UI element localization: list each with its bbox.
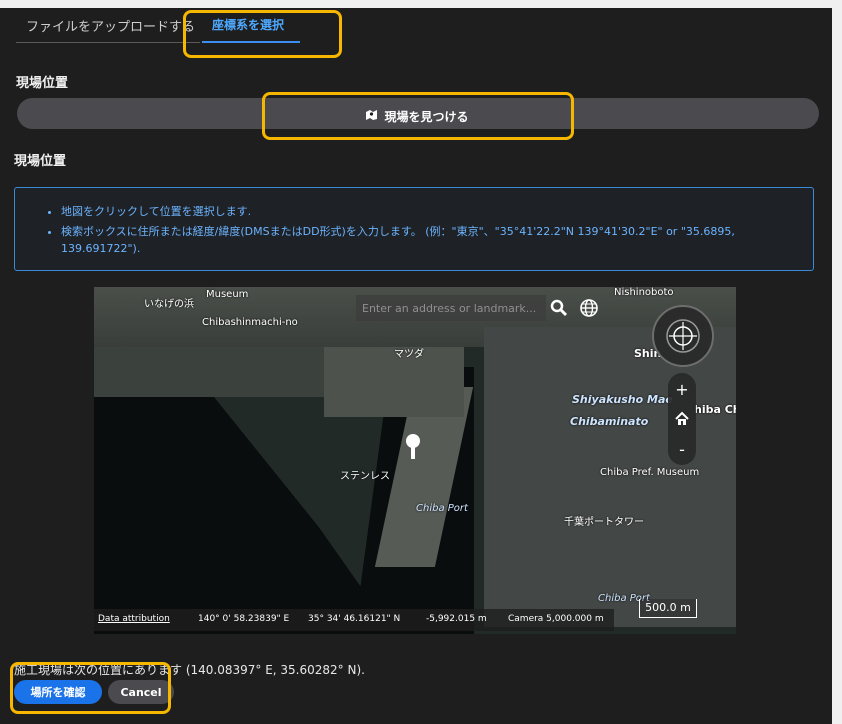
map-label: 千葉ポートタワー <box>564 517 644 528</box>
map-label: いなげの浜 <box>144 299 194 310</box>
zoom-out-button[interactable]: - <box>668 435 696 463</box>
search-icon[interactable] <box>546 295 572 321</box>
map-label: hiba Ch <box>694 403 736 416</box>
map-water <box>94 397 394 634</box>
instructions-box: 地図をクリックして位置を選択します. 検索ボックスに住所または経度/緯度(DMS… <box>14 187 814 271</box>
globe-icon[interactable] <box>576 295 602 321</box>
selected-location-text: 施工現場は次の位置にあります (140.08397° E, 35.60282° … <box>14 663 365 677</box>
map-label: マツダ <box>394 349 424 360</box>
home-icon[interactable] <box>668 405 696 433</box>
map-search-input[interactable]: Enter an address or landmark... <box>356 295 546 321</box>
instruction-item: 地図をクリックして位置を選択します. <box>61 203 813 220</box>
tab-active-indicator <box>202 41 300 43</box>
tab-bar: ファイルをアップロードする 座標系を選択 <box>16 8 346 50</box>
map-label: Chiba Port <box>416 503 468 514</box>
zoom-in-button[interactable]: + <box>668 375 696 403</box>
location-marker-icon[interactable] <box>406 434 420 459</box>
map-label: Museum <box>206 289 249 300</box>
longitude-readout: 140° 0' 58.23839" E <box>198 614 290 624</box>
compass-icon[interactable] <box>652 305 714 367</box>
map-label: Chibashinmachi-no <box>202 317 298 328</box>
map-label: Chiba Pref. Museum <box>600 467 700 478</box>
latitude-readout: 35° 34' 46.16121" N <box>308 614 401 624</box>
map-label: ステンレス <box>340 471 390 482</box>
map-pin-icon <box>365 109 378 124</box>
tab-select-coordinate-system[interactable]: 座標系を選択 <box>212 16 284 33</box>
map-label: Chibaminato <box>570 415 649 428</box>
map-status-bar: Data attribution 140° 0' 58.23839" E 35°… <box>94 609 614 631</box>
camera-readout: Camera 5,000.000 m <box>508 614 604 624</box>
satellite-map[interactable]: いなげの浜 Museum Chibashinmachi-no マツダ Nishi… <box>94 287 736 634</box>
site-location-heading: 現場位置 <box>16 76 69 91</box>
scale-bar: 500.0 m <box>639 599 697 618</box>
zoom-controls: + - <box>668 373 696 465</box>
cancel-button[interactable]: Cancel <box>108 680 174 704</box>
find-site-label: 現場を見つける <box>384 109 469 124</box>
confirm-location-button[interactable]: 場所を確認 <box>14 680 102 704</box>
tab-divider <box>16 42 200 43</box>
map-label: Nishinoboto <box>614 287 674 298</box>
map-label: Shiyakusho Mae <box>572 393 673 406</box>
find-site-button[interactable]: 現場を見つける <box>264 94 570 138</box>
site-location-heading-2: 現場位置 <box>14 154 67 169</box>
data-attribution-link[interactable]: Data attribution <box>98 614 170 624</box>
coordinate-panel: ファイルをアップロードする 座標系を選択 現場位置 現場を見つける 現場位置 地… <box>0 8 832 724</box>
tab-upload-file[interactable]: ファイルをアップロードする <box>26 16 195 35</box>
instruction-item: 検索ボックスに住所または経度/緯度(DMSまたはDD形式)を入力します。 (例：… <box>61 223 813 257</box>
elevation-readout: -5,992.015 m <box>426 614 487 624</box>
